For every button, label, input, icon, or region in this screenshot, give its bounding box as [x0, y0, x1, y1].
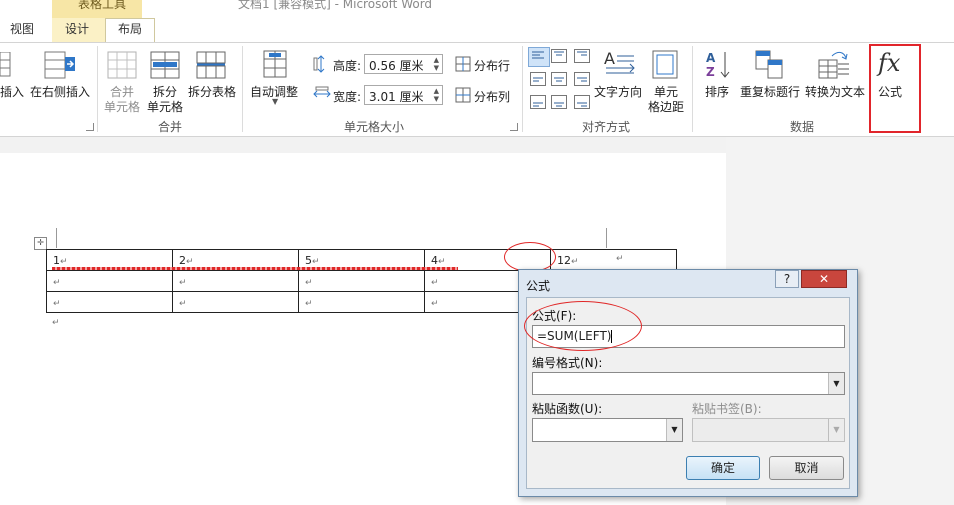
cancel-button[interactable]: 取消	[769, 456, 844, 480]
dialog-title: 公式	[526, 279, 551, 293]
width-down-icon[interactable]: ▼	[434, 96, 439, 103]
height-spinner[interactable]: 0.56 厘米 ▲ ▼	[364, 54, 443, 74]
split-table-button[interactable]: 拆分表格	[188, 83, 236, 100]
cell-margins-icon	[652, 50, 678, 79]
table-cell[interactable]: ↵	[46, 291, 173, 313]
align-middle-right-icon[interactable]	[574, 72, 590, 86]
cell-size-launcher-icon[interactable]	[510, 123, 518, 131]
align-bottom-right-icon[interactable]	[574, 95, 590, 109]
repeat-header-button[interactable]: 重复标题行	[740, 83, 800, 100]
align-middle-left-icon[interactable]	[530, 72, 546, 86]
number-format-select[interactable]	[532, 372, 845, 395]
distribute-cols-icon	[455, 87, 471, 103]
height-down-icon[interactable]: ▼	[434, 65, 439, 72]
svg-text:A: A	[706, 51, 716, 65]
rows-cols-launcher-icon[interactable]	[86, 123, 94, 131]
distribute-rows-icon	[455, 56, 471, 72]
group-separator	[242, 46, 243, 132]
align-bottom-left-icon[interactable]	[530, 95, 546, 109]
insert-partial-button[interactable]: 插入	[0, 83, 24, 100]
distribute-cols-button[interactable]: 分布列	[474, 88, 510, 105]
margin-mark	[606, 228, 607, 248]
convert-text-button[interactable]: 转换为文本	[805, 83, 865, 100]
ok-button[interactable]: 确定	[686, 456, 760, 480]
insert-right-icon	[44, 51, 75, 79]
svg-text:A: A	[604, 49, 615, 68]
cell-size-group-label: 单元格大小	[344, 120, 405, 134]
autofit-icon	[263, 50, 287, 78]
cell-highlight-ellipse	[504, 242, 556, 272]
width-label: 宽度:	[333, 90, 362, 104]
height-up-icon[interactable]: ▲	[434, 57, 439, 64]
close-button[interactable]: ✕	[801, 270, 847, 288]
align-group-label: 对齐方式	[582, 120, 631, 134]
number-format-dropdown-icon[interactable]: ▼	[828, 373, 844, 394]
autofit-dropdown-icon[interactable]: ▼	[272, 97, 278, 106]
paste-bookmark-label: 粘贴书签(B):	[692, 402, 762, 416]
split-cells-icon	[150, 51, 180, 79]
paste-bookmark-select	[692, 418, 845, 442]
paste-bookmark-dropdown-icon: ▼	[828, 419, 844, 441]
split-cells-label-2[interactable]: 单元格	[147, 98, 183, 115]
table-cell[interactable]: 12↵	[550, 249, 677, 271]
formula-highlight-ellipse	[524, 301, 642, 351]
paste-function-select[interactable]	[532, 418, 683, 442]
document-margin	[0, 137, 726, 153]
table-cell[interactable]: ↵	[172, 270, 299, 292]
merge-group-label: 合并	[158, 120, 183, 134]
number-format-label: 编号格式(N):	[532, 356, 603, 370]
red-annotation-underline	[52, 267, 458, 270]
group-separator	[522, 46, 523, 132]
paste-function-dropdown-icon[interactable]: ▼	[666, 419, 682, 441]
table-cell[interactable]: ↵	[172, 291, 299, 313]
text-direction-button[interactable]: 文字方向	[594, 83, 642, 100]
repeat-header-icon	[755, 50, 783, 79]
tab-layout[interactable]: 布局	[118, 20, 142, 37]
merge-cells-icon	[107, 51, 137, 79]
paste-function-label: 粘贴函数(U):	[532, 402, 603, 416]
formula-highlight-box	[869, 44, 921, 133]
title-bar	[0, 0, 954, 18]
column-width-icon	[313, 86, 331, 98]
svg-text:Z: Z	[706, 65, 715, 79]
split-table-icon	[196, 51, 226, 79]
group-separator	[97, 46, 98, 132]
cell-margins-label-2[interactable]: 格边距	[648, 98, 684, 115]
tab-design[interactable]: 设计	[65, 20, 89, 37]
tab-view[interactable]: 视图	[10, 20, 34, 37]
window-title: 文档1 [兼容模式] - Microsoft Word	[238, 0, 433, 11]
table-tools-label: 表格工具	[78, 0, 127, 11]
sort-button[interactable]: 排序	[705, 83, 729, 100]
row-height-icon	[313, 55, 325, 73]
align-bottom-center-icon[interactable]	[551, 95, 567, 109]
align-top-center-icon[interactable]	[551, 49, 567, 63]
width-up-icon[interactable]: ▲	[434, 88, 439, 95]
group-separator	[692, 46, 693, 132]
table-cell[interactable]: ↵	[46, 270, 173, 292]
sort-icon: AZ	[706, 51, 730, 79]
merge-cells-label-2[interactable]: 单元格	[104, 98, 140, 115]
table-cell[interactable]: ↵	[298, 291, 425, 313]
table-cell[interactable]: ↵	[298, 270, 425, 292]
height-value[interactable]: 0.56 厘米	[369, 59, 424, 73]
insert-left-icon	[0, 52, 11, 77]
align-top-right-icon[interactable]	[574, 49, 590, 63]
convert-text-icon	[818, 51, 849, 79]
row-end-mark: ↵	[616, 254, 624, 264]
width-spinner[interactable]: 3.01 厘米 ▲ ▼	[364, 85, 443, 105]
margin-mark	[56, 228, 57, 248]
paragraph-mark: ↵	[52, 318, 60, 328]
text-direction-icon: A	[604, 49, 635, 74]
width-value[interactable]: 3.01 厘米	[369, 90, 424, 104]
distribute-rows-button[interactable]: 分布行	[474, 57, 510, 74]
align-top-left-icon	[532, 51, 544, 59]
align-middle-center-icon[interactable]	[551, 72, 567, 86]
data-group-label: 数据	[790, 120, 815, 134]
help-button[interactable]: ?	[775, 270, 799, 288]
height-label: 高度:	[333, 59, 362, 73]
insert-right-button[interactable]: 在右侧插入	[30, 83, 90, 100]
